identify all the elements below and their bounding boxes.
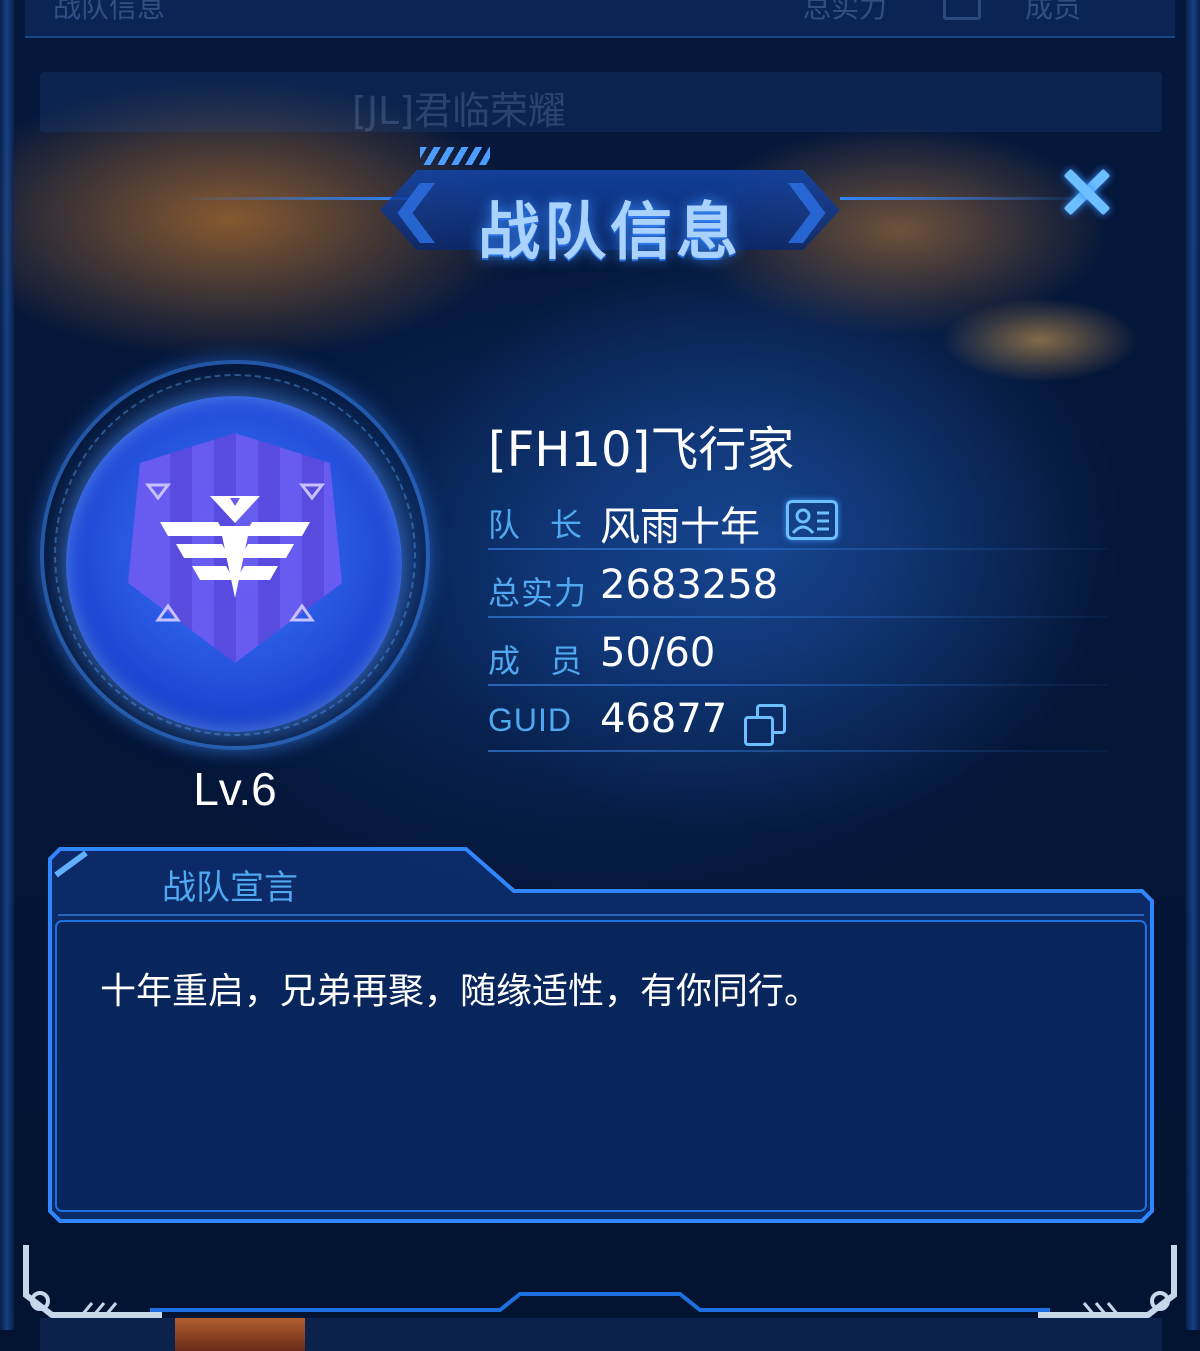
power-value: 2683258: [600, 562, 779, 608]
background-header-power: 总实力: [803, 0, 888, 24]
background-header-team-info: 战队信息: [53, 0, 166, 24]
captain-label: 队长: [488, 506, 613, 544]
power-label: 总实力: [488, 574, 588, 612]
corner-ornament-left: [23, 1245, 162, 1318]
background-header-members: 成员: [1025, 0, 1082, 24]
members-value: 50/60: [600, 630, 716, 676]
guid-row: GUID 46877: [488, 690, 1108, 752]
power-row: 总实力 2683258: [488, 556, 1108, 618]
corner-ornament-right: [1038, 1245, 1177, 1318]
guid-label: GUID: [488, 702, 572, 738]
captain-row: 队长 风雨十年: [488, 488, 1108, 550]
team-emblem: [40, 360, 430, 750]
captain-name: 风雨十年: [600, 504, 760, 550]
members-row: 成员 50/60: [488, 624, 1108, 686]
frame-rail-right: [1186, 0, 1200, 1330]
background-list-row: [40, 72, 1162, 132]
declaration-title: 战队宣言: [162, 868, 298, 908]
close-icon[interactable]: [1056, 162, 1116, 222]
guid-value: 46877: [600, 696, 728, 742]
team-name: [FH10]飞行家: [488, 422, 795, 478]
dialog-title-bar: 战队信息: [180, 145, 1100, 268]
background-sort-icon: [943, 0, 981, 20]
declaration-text: 十年重启，兄弟再聚，随缘适性，有你同行。: [100, 971, 821, 1012]
background-row-team-name: [JL]君临荣耀: [352, 89, 567, 133]
title-stripes-decoration: [420, 147, 490, 165]
team-level: Lv.6: [193, 763, 277, 815]
winged-v-badge-icon: [128, 433, 342, 663]
dialog-title: 战队信息: [477, 195, 742, 268]
background-list-header: 战队信息 总实力 成员: [25, 0, 1175, 38]
id-card-icon[interactable]: [786, 500, 838, 540]
bottom-frame: [150, 1292, 1050, 1312]
title-line-left: [180, 197, 410, 200]
frame-rail-left: [0, 0, 14, 1330]
members-label: 成员: [488, 642, 613, 680]
copy-icon[interactable]: [744, 704, 788, 746]
